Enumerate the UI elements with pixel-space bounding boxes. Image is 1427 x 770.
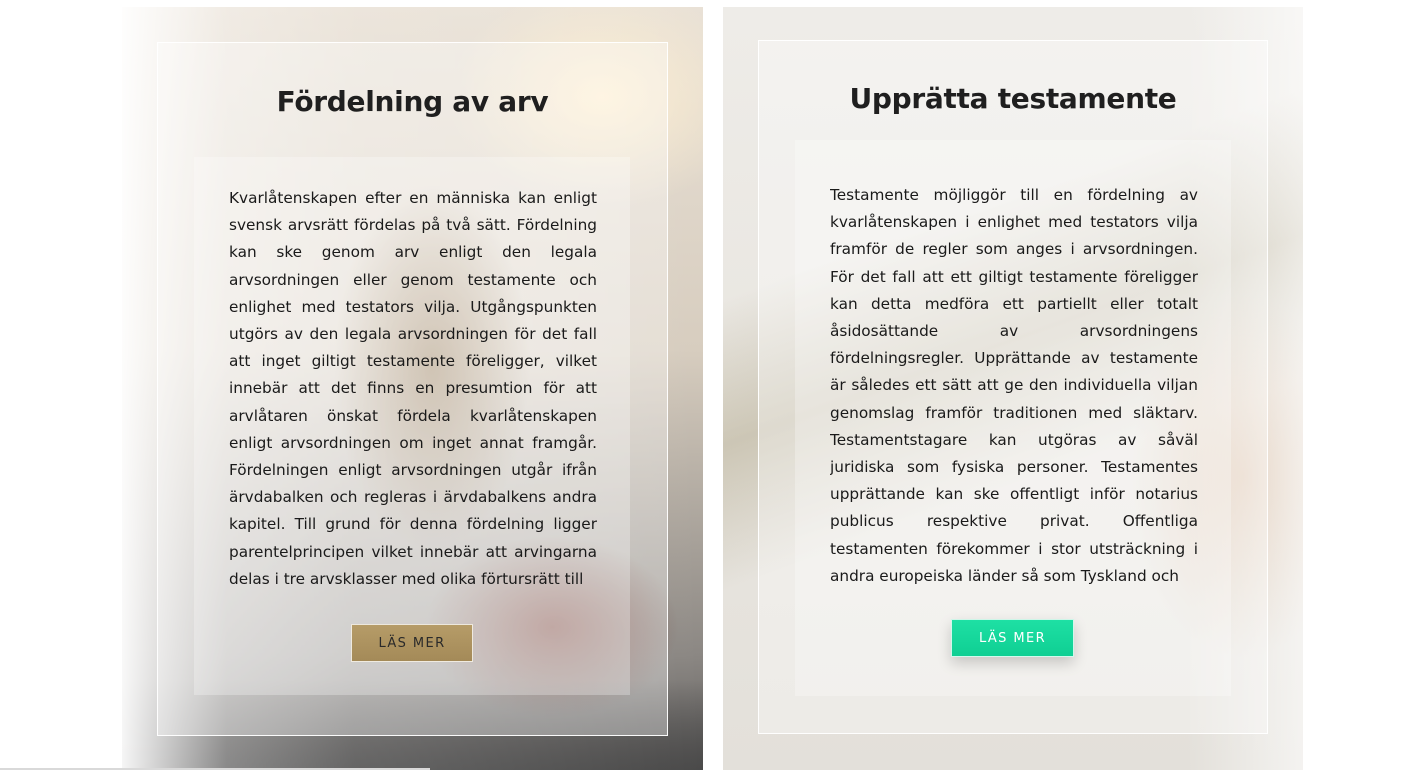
card-title: Upprätta testamente xyxy=(849,82,1177,115)
card-body-text: Kvarlåtenskapen efter en människa kan en… xyxy=(229,189,597,588)
card-inheritance-distribution: Fördelning av arv Kvarlåtenskapen efter … xyxy=(122,7,703,770)
read-more-button[interactable]: LÄS MER xyxy=(951,619,1074,657)
card-body-text: Testamente möjliggör till en fördelning … xyxy=(830,186,1198,585)
card-title: Fördelning av arv xyxy=(276,85,549,118)
read-more-button[interactable]: LÄS MER xyxy=(351,624,473,662)
card-draft-will: Upprätta testamente Testamente möjliggör… xyxy=(723,7,1303,770)
